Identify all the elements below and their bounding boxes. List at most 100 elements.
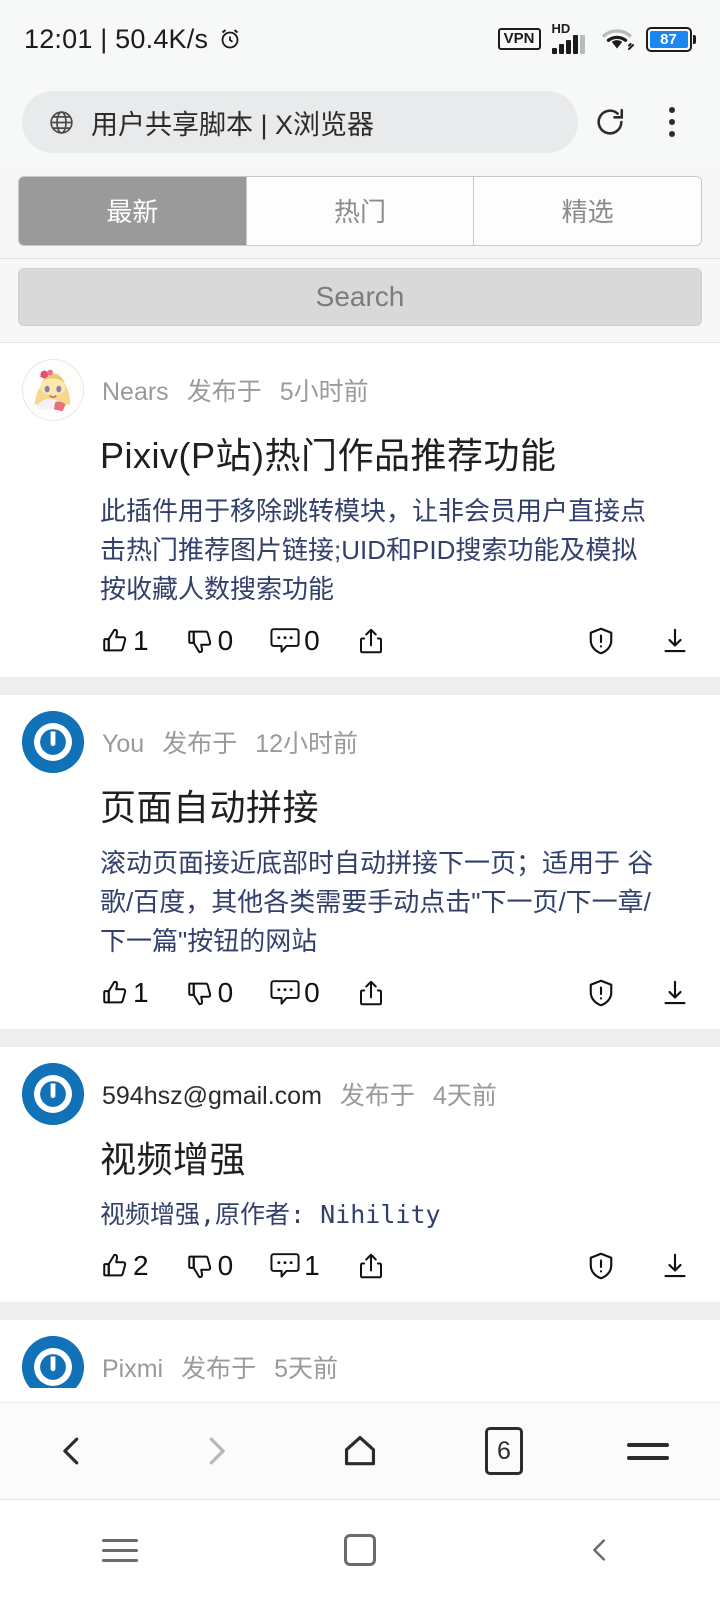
avatar (22, 711, 84, 773)
dislike-button[interactable]: 0 (185, 977, 233, 1009)
card-separator (0, 1029, 720, 1047)
home-button[interactable] (300, 1500, 420, 1600)
card-meta: Nears 发布于 5小时前 (102, 372, 369, 408)
menu-button[interactable] (598, 1402, 698, 1500)
globe-icon (48, 109, 75, 136)
search-input[interactable] (18, 268, 702, 326)
recent-apps-button[interactable] (60, 1500, 180, 1600)
card-actions-right (586, 1251, 698, 1281)
card-actions: 1 0 0 (100, 625, 698, 671)
status-bar: 12:01 | 50.4K/s VPN HD 87 (0, 0, 720, 78)
reload-button[interactable] (584, 105, 636, 139)
report-shield-icon[interactable] (586, 626, 616, 656)
web-page-content: 最新 热门 精选 Search Nears 发布于 5小时前 Pixiv(P站)… (0, 166, 720, 1388)
tab-featured[interactable]: 精选 (474, 177, 701, 245)
card-title[interactable]: 视频增强 (100, 1137, 698, 1182)
card-title[interactable]: Pixiv(P站)热门作品推荐功能 (100, 433, 698, 478)
dislike-count: 0 (217, 625, 234, 656)
home-icon (344, 1534, 376, 1566)
tab-counter-button[interactable]: 6 (454, 1402, 554, 1500)
comment-button[interactable]: 0 (269, 625, 320, 657)
home-button[interactable] (310, 1402, 410, 1500)
url-field[interactable]: 用户共享脚本 | X浏览器 (22, 91, 578, 153)
comment-count: 0 (304, 625, 320, 656)
card-author: Nears (102, 378, 169, 406)
card-description: 此插件用于移除跳转模块，让非会员用户直接点击热门推荐图片链接;UID和PID搜索… (100, 496, 647, 604)
script-card[interactable]: Nears 发布于 5小时前 Pixiv(P站)热门作品推荐功能 此插件用于移除… (0, 343, 720, 677)
card-description: 视频增强,原作者: Nihility (100, 1200, 441, 1229)
like-count: 2 (133, 1249, 149, 1281)
avatar (22, 1335, 84, 1388)
like-button[interactable]: 2 (100, 1250, 149, 1282)
search-section (0, 259, 720, 343)
comment-button[interactable]: 1 (269, 1250, 320, 1282)
card-description: 滚动页面接近底部时自动拼接下一页；适用于 谷歌/百度，其他各类需要手动点击"下一… (100, 848, 654, 956)
like-count: 1 (133, 625, 149, 656)
battery-tip (693, 34, 696, 44)
category-tabs: 最新 热门 精选 (18, 176, 702, 246)
posted-label: 发布于 (162, 730, 238, 758)
script-card[interactable]: You 发布于 12小时前 页面自动拼接 滚动页面接近底部时自动拼接下一页；适用… (0, 695, 720, 1029)
alarm-clock-icon (218, 27, 242, 51)
share-icon[interactable] (356, 626, 386, 656)
tab-count: 6 (485, 1427, 523, 1475)
like-button[interactable]: 1 (100, 625, 149, 657)
card-meta: Pixmi 发布于 5天前 (102, 1349, 338, 1385)
report-shield-icon[interactable] (586, 978, 616, 1008)
card-separator (0, 1301, 720, 1320)
battery-icon: 87 (645, 26, 696, 52)
share-icon[interactable] (356, 978, 386, 1008)
download-icon[interactable] (660, 626, 690, 656)
download-icon[interactable] (660, 978, 690, 1008)
card-time: 12小时前 (255, 730, 359, 758)
comment-count: 1 (304, 1249, 320, 1281)
network-type-label: HD (551, 21, 571, 36)
download-icon[interactable] (660, 1251, 690, 1281)
forward-button[interactable] (166, 1402, 266, 1500)
report-shield-icon[interactable] (586, 1251, 616, 1281)
card-time: 4天前 (432, 1082, 497, 1110)
posted-label: 发布于 (186, 378, 262, 406)
card-actions: 1 0 0 (100, 977, 698, 1023)
like-button[interactable]: 1 (100, 977, 149, 1009)
card-header: Nears 发布于 5小时前 (22, 359, 698, 421)
dislike-button[interactable]: 0 (185, 1249, 234, 1282)
dislike-button[interactable]: 0 (185, 625, 234, 657)
like-count: 1 (133, 977, 149, 1008)
card-separator (0, 677, 720, 695)
status-bar-left: 12:01 | 50.4K/s (24, 24, 242, 55)
tab-popular[interactable]: 热门 (246, 177, 475, 245)
avatar (22, 1063, 84, 1125)
script-card[interactable]: 594hsz@gmail.com 发布于 4天前 视频增强 视频增强,原作者: … (0, 1047, 720, 1302)
url-title: 用户共享脚本 | X浏览器 (91, 109, 375, 140)
back-button[interactable] (540, 1500, 660, 1600)
signal-bars (551, 35, 585, 54)
tab-latest[interactable]: 最新 (19, 177, 247, 245)
card-title[interactable]: 页面自动拼接 (100, 785, 698, 830)
android-nav-bar (0, 1500, 720, 1600)
script-card[interactable]: Pixmi 发布于 5天前 检视Twitter原始图档 (0, 1319, 720, 1388)
card-actions-right (586, 626, 698, 656)
battery-body: 87 (645, 26, 692, 52)
share-icon[interactable] (356, 1251, 386, 1281)
back-button[interactable] (22, 1402, 122, 1500)
card-time: 5小时前 (279, 378, 369, 406)
browser-address-bar: 用户共享脚本 | X浏览器 (0, 78, 720, 166)
category-tab-bar: 最新 热门 精选 (0, 166, 720, 259)
card-author: 594hsz@gmail.com (102, 1082, 322, 1110)
comment-button[interactable]: 0 (269, 977, 320, 1009)
menu-icon (627, 1442, 669, 1460)
card-author: Pixmi (102, 1354, 164, 1383)
browser-bottom-toolbar: 6 (0, 1402, 720, 1500)
wifi-icon (601, 26, 635, 52)
overflow-menu-button[interactable] (642, 107, 702, 137)
card-actions-right (586, 978, 698, 1008)
vpn-icon: VPN (497, 28, 541, 50)
signal-icon: HD (551, 21, 590, 54)
dislike-count: 0 (217, 1249, 234, 1281)
recent-apps-icon (102, 1538, 138, 1562)
phone-screen: 12:01 | 50.4K/s VPN HD 87 用户共享脚本 | X浏览器 … (0, 0, 720, 1600)
posted-label: 发布于 (181, 1354, 257, 1383)
card-author: You (102, 730, 145, 758)
card-actions: 2 0 1 (100, 1250, 698, 1296)
